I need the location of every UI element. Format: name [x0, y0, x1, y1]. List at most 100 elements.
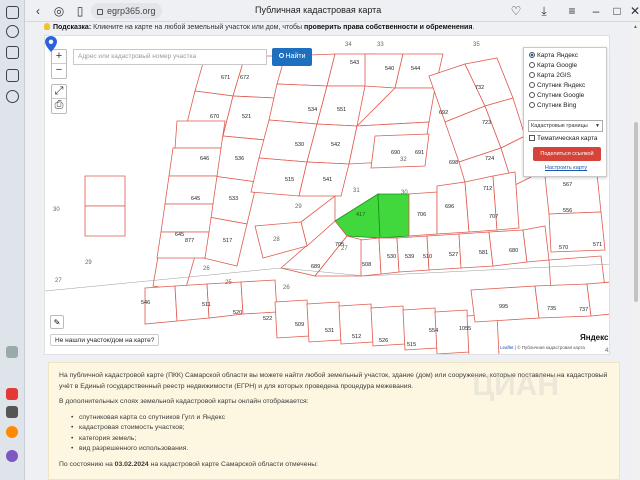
minimize-icon[interactable]: –	[589, 4, 603, 18]
fullscreen-icon[interactable]: ⤢	[52, 85, 66, 99]
svg-text:531: 531	[325, 328, 334, 334]
svg-text:510: 510	[423, 254, 432, 260]
scroll-up-icon[interactable]: ▲	[633, 24, 638, 30]
svg-text:508: 508	[362, 262, 371, 268]
svg-text:723: 723	[482, 120, 491, 126]
radio-icon	[529, 92, 535, 98]
svg-text:42: 42	[605, 348, 610, 354]
svg-text:521: 521	[242, 114, 251, 120]
svg-text:672: 672	[240, 75, 249, 81]
svg-text:512: 512	[352, 334, 361, 340]
svg-text:995: 995	[499, 304, 508, 310]
svg-text:724: 724	[485, 156, 494, 162]
layer-label: Спутник Google	[537, 92, 585, 99]
not-found-button[interactable]: Не нашли участок/дом на карте?	[50, 334, 160, 346]
tool-controls: ⤢ ⎙	[51, 84, 67, 114]
svg-text:696: 696	[445, 204, 454, 210]
configure-map-link[interactable]: Настроить карту	[524, 165, 608, 171]
svg-text:520: 520	[233, 310, 242, 316]
lock-icon	[97, 9, 103, 15]
status-prefix: По состоянию на	[59, 460, 113, 468]
zoom-in-button[interactable]: +	[52, 50, 66, 64]
svg-text:32: 32	[400, 157, 407, 163]
address-bar[interactable]: egrp365.org	[91, 3, 162, 19]
svg-text:706: 706	[417, 212, 426, 218]
app-dark-icon[interactable]	[6, 406, 18, 418]
favorite-icon[interactable]: ♡	[509, 4, 523, 18]
svg-text:33: 33	[377, 42, 384, 48]
app-orange-icon[interactable]	[6, 426, 18, 438]
thematic-checkbox[interactable]: Тематическая карта	[529, 134, 598, 144]
zoom-out-button[interactable]: −	[52, 64, 66, 78]
app-red-icon[interactable]	[6, 388, 18, 400]
svg-text:27: 27	[341, 246, 348, 252]
scroll-thumb[interactable]	[634, 122, 638, 302]
svg-text:536: 536	[235, 156, 244, 162]
circle-icon[interactable]	[6, 90, 19, 103]
svg-text:546: 546	[141, 300, 150, 306]
ruler-icon[interactable]: ✎	[50, 315, 64, 329]
list-item: вид разрешенного использования.	[71, 444, 609, 455]
layer-option-0[interactable]: Карта Яндекс	[529, 51, 578, 61]
svg-text:691: 691	[415, 150, 424, 156]
app-purple-icon[interactable]	[6, 450, 18, 462]
checkbox-icon	[529, 135, 535, 141]
history-icon[interactable]	[6, 25, 19, 38]
svg-text:712: 712	[483, 186, 492, 192]
layer-option-4[interactable]: Спутник Google	[529, 91, 584, 101]
boundaries-select[interactable]: Кадастровые границы ▼	[528, 120, 603, 132]
close-icon[interactable]: ✕	[628, 4, 640, 18]
svg-text:539: 539	[405, 254, 414, 260]
svg-text:645: 645	[191, 196, 200, 202]
svg-text:670: 670	[210, 114, 219, 120]
svg-text:1055: 1055	[459, 326, 471, 332]
svg-text:29: 29	[295, 204, 302, 210]
svg-text:556: 556	[563, 208, 572, 214]
chevron-down-icon: ▼	[595, 123, 600, 129]
thematic-label: Тематическая карта	[537, 135, 598, 142]
shield-icon[interactable]: ◎	[52, 4, 66, 18]
find-button[interactable]: Найти	[272, 48, 312, 66]
svg-text:34: 34	[345, 42, 352, 48]
svg-text:707: 707	[489, 214, 498, 220]
download-icon[interactable]: ⤓	[537, 4, 551, 18]
svg-text:29: 29	[85, 260, 92, 266]
svg-text:417: 417	[356, 212, 365, 218]
svg-text:515: 515	[285, 177, 294, 183]
search-input[interactable]: Адрес или кадастровый номер участка	[73, 49, 267, 65]
svg-text:35: 35	[473, 42, 480, 48]
layer-label: Спутник Bing	[537, 102, 577, 109]
svg-text:698: 698	[449, 160, 458, 166]
select-value: Кадастровые границы	[531, 123, 588, 129]
menu-icon[interactable]: ≡	[565, 4, 579, 18]
bookmark-icon[interactable]: ▯	[73, 4, 87, 18]
svg-text:692: 692	[439, 110, 448, 116]
watermark: ЦИАН	[472, 369, 559, 402]
status-line: По состоянию на 03.02.2024 на кадастрово…	[59, 460, 609, 471]
leaflet-link[interactable]: Leaflet	[500, 345, 514, 350]
share-button[interactable]: Поделиться ссылкой	[533, 147, 601, 161]
status-date: 03.02.2024	[114, 460, 149, 468]
page-scrollbar[interactable]: ▲	[632, 22, 640, 480]
layer-option-3[interactable]: Спутник Яндекс	[529, 81, 585, 91]
back-icon[interactable]: ‹	[31, 4, 45, 18]
layer-option-2[interactable]: Карта 2GIS	[529, 71, 571, 81]
svg-text:877: 877	[185, 238, 194, 244]
maximize-icon[interactable]: □	[610, 4, 624, 18]
svg-text:737: 737	[579, 307, 588, 313]
browser-window: ‹ ◎ ▯ egrp365.org Публичная кадастровая …	[0, 0, 640, 480]
apps-icon[interactable]	[6, 69, 19, 82]
print-icon[interactable]: ⎙	[52, 99, 66, 113]
map-attribution: Leaflet | © Публичная кадастровая карта	[500, 345, 585, 350]
page-title: Публичная кадастровая карта	[255, 5, 382, 15]
add-icon[interactable]	[6, 346, 18, 358]
layer-option-1[interactable]: Карта Google	[529, 61, 577, 71]
location-pin-icon[interactable]	[45, 36, 57, 52]
sidebar-toggle-icon[interactable]	[6, 6, 19, 19]
svg-text:551: 551	[337, 107, 346, 113]
svg-text:689: 689	[311, 264, 320, 270]
play-icon[interactable]	[6, 46, 19, 59]
svg-text:530: 530	[387, 254, 396, 260]
layer-option-5[interactable]: Спутник Bing	[529, 101, 576, 111]
cadastral-map[interactable]: 671 672 670 521 646 536 645 533 877 517 …	[44, 35, 610, 355]
